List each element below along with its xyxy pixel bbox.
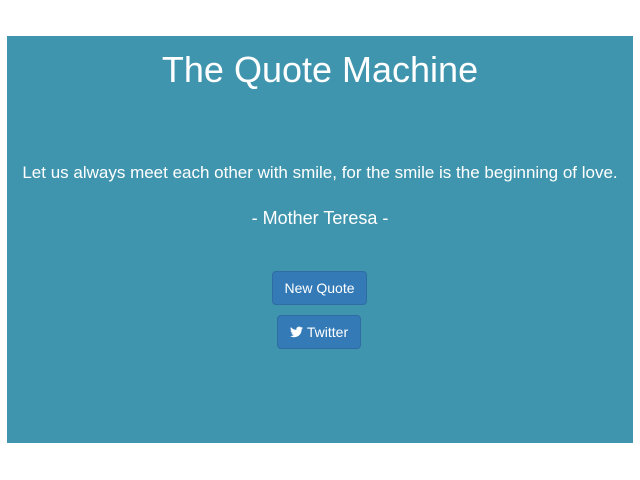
new-quote-label: New Quote (284, 280, 355, 296)
page-title: The Quote Machine (161, 49, 479, 90)
quote-text: Let us always meet each other with smile… (22, 163, 618, 182)
twitter-icon (289, 326, 303, 338)
quote-panel: The Quote Machine Let us always meet eac… (7, 36, 633, 443)
twitter-button[interactable]: Twitter (277, 315, 361, 349)
new-quote-button[interactable]: New Quote (272, 271, 367, 305)
twitter-label: Twitter (306, 324, 349, 340)
quote-author: - Mother Teresa - (251, 208, 389, 228)
